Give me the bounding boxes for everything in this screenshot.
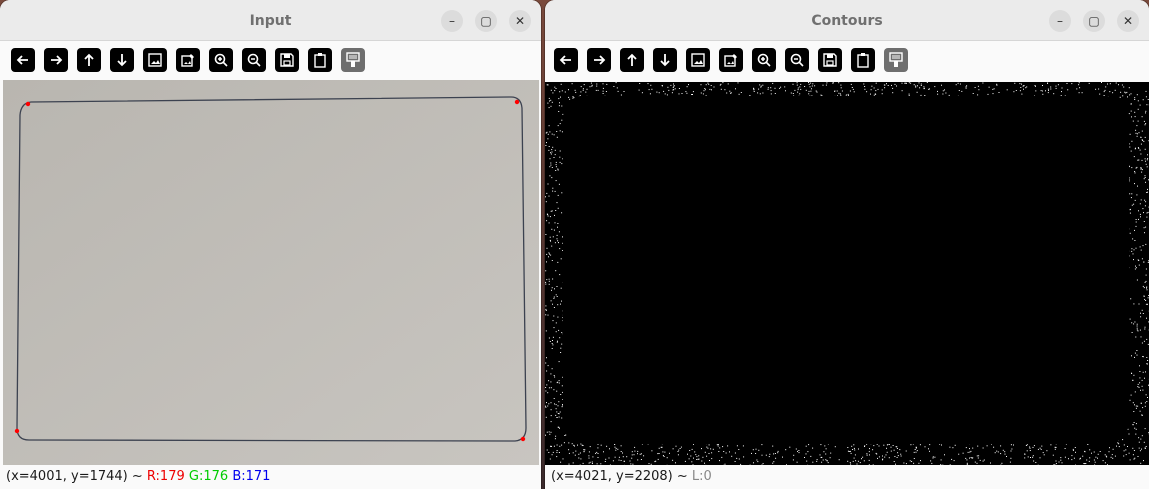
input-image[interactable]: [3, 80, 539, 465]
arrow-right-button[interactable]: [44, 48, 68, 72]
arrow-down-button[interactable]: [653, 48, 677, 72]
arrow-up-icon: [84, 53, 94, 66]
image-edit-button[interactable]: [719, 48, 743, 72]
corner-marker: [25, 101, 31, 107]
zoom-in-button[interactable]: [209, 48, 233, 72]
black-filled-region: [563, 96, 1129, 444]
red-value: R:179: [146, 469, 185, 484]
zoom-in-button[interactable]: [752, 48, 776, 72]
save-button[interactable]: [818, 48, 842, 72]
image-icon: [691, 53, 705, 67]
zoom-out-icon: [247, 53, 261, 67]
maximize-button[interactable]: ▢: [475, 10, 497, 32]
save-icon: [280, 53, 294, 67]
properties-button[interactable]: [341, 48, 365, 72]
title-bar[interactable]: Input – ▢ ✕: [0, 0, 541, 41]
blue-value: B:171: [232, 469, 271, 484]
toolbar: [0, 41, 541, 79]
arrow-left-icon: [16, 55, 28, 65]
contours-image-canvas: [545, 82, 1149, 465]
close-button[interactable]: ✕: [509, 10, 531, 32]
arrow-right-icon: [51, 55, 63, 65]
arrow-down-icon: [117, 54, 127, 67]
contours-window: Contours – ▢ ✕ (x=4021, y=2208) ~ L:0: [545, 0, 1149, 489]
close-button[interactable]: ✕: [1117, 10, 1139, 32]
image-edit-icon: [724, 54, 737, 67]
arrow-right-icon: [594, 55, 606, 65]
corner-marker: [14, 428, 20, 434]
toolbar: [545, 41, 1149, 79]
clipboard-icon: [314, 53, 326, 68]
minimize-button[interactable]: –: [1049, 10, 1071, 32]
arrow-left-button[interactable]: [11, 48, 35, 72]
image-icon: [148, 53, 162, 67]
luminance-value: L:0: [691, 469, 712, 484]
zoom-out-button[interactable]: [242, 48, 266, 72]
input-window: Input – ▢ ✕ (x=4001, y=1744) ~ R:179 G:1…: [0, 0, 541, 489]
arrow-up-icon: [627, 53, 637, 66]
status-bar: (x=4021, y=2208) ~ L:0: [545, 465, 1149, 489]
arrow-down-icon: [660, 54, 670, 67]
arrow-right-button[interactable]: [587, 48, 611, 72]
green-value: G:176: [188, 469, 229, 484]
properties-button[interactable]: [884, 48, 908, 72]
title-bar[interactable]: Contours – ▢ ✕: [545, 0, 1149, 41]
image-button[interactable]: [686, 48, 710, 72]
cursor-coords: (x=4001, y=1744) ~: [6, 469, 143, 484]
save-button[interactable]: [275, 48, 299, 72]
minimize-button[interactable]: –: [441, 10, 463, 32]
clipboard-button[interactable]: [308, 48, 332, 72]
arrow-left-icon: [559, 55, 571, 65]
zoom-in-icon: [214, 53, 228, 67]
maximize-button[interactable]: ▢: [1083, 10, 1105, 32]
properties-icon: [346, 52, 360, 67]
zoom-out-button[interactable]: [785, 48, 809, 72]
status-bar: (x=4001, y=1744) ~ R:179 G:176 B:171: [0, 465, 541, 489]
arrow-left-button[interactable]: [554, 48, 578, 72]
image-edit-icon: [181, 54, 194, 67]
paper-background: [3, 80, 539, 465]
arrow-up-button[interactable]: [620, 48, 644, 72]
corner-marker: [514, 99, 520, 105]
input-image-canvas: [3, 80, 539, 465]
zoom-in-icon: [757, 53, 771, 67]
save-icon: [823, 53, 837, 67]
properties-icon: [889, 52, 903, 67]
arrow-up-button[interactable]: [77, 48, 101, 72]
arrow-down-button[interactable]: [110, 48, 134, 72]
contours-image[interactable]: [545, 82, 1149, 465]
cursor-coords: (x=4021, y=2208) ~: [551, 469, 688, 484]
zoom-out-icon: [790, 53, 804, 67]
clipboard-button[interactable]: [851, 48, 875, 72]
clipboard-icon: [857, 53, 869, 68]
image-edit-button[interactable]: [176, 48, 200, 72]
corner-marker: [520, 436, 526, 442]
image-button[interactable]: [143, 48, 167, 72]
